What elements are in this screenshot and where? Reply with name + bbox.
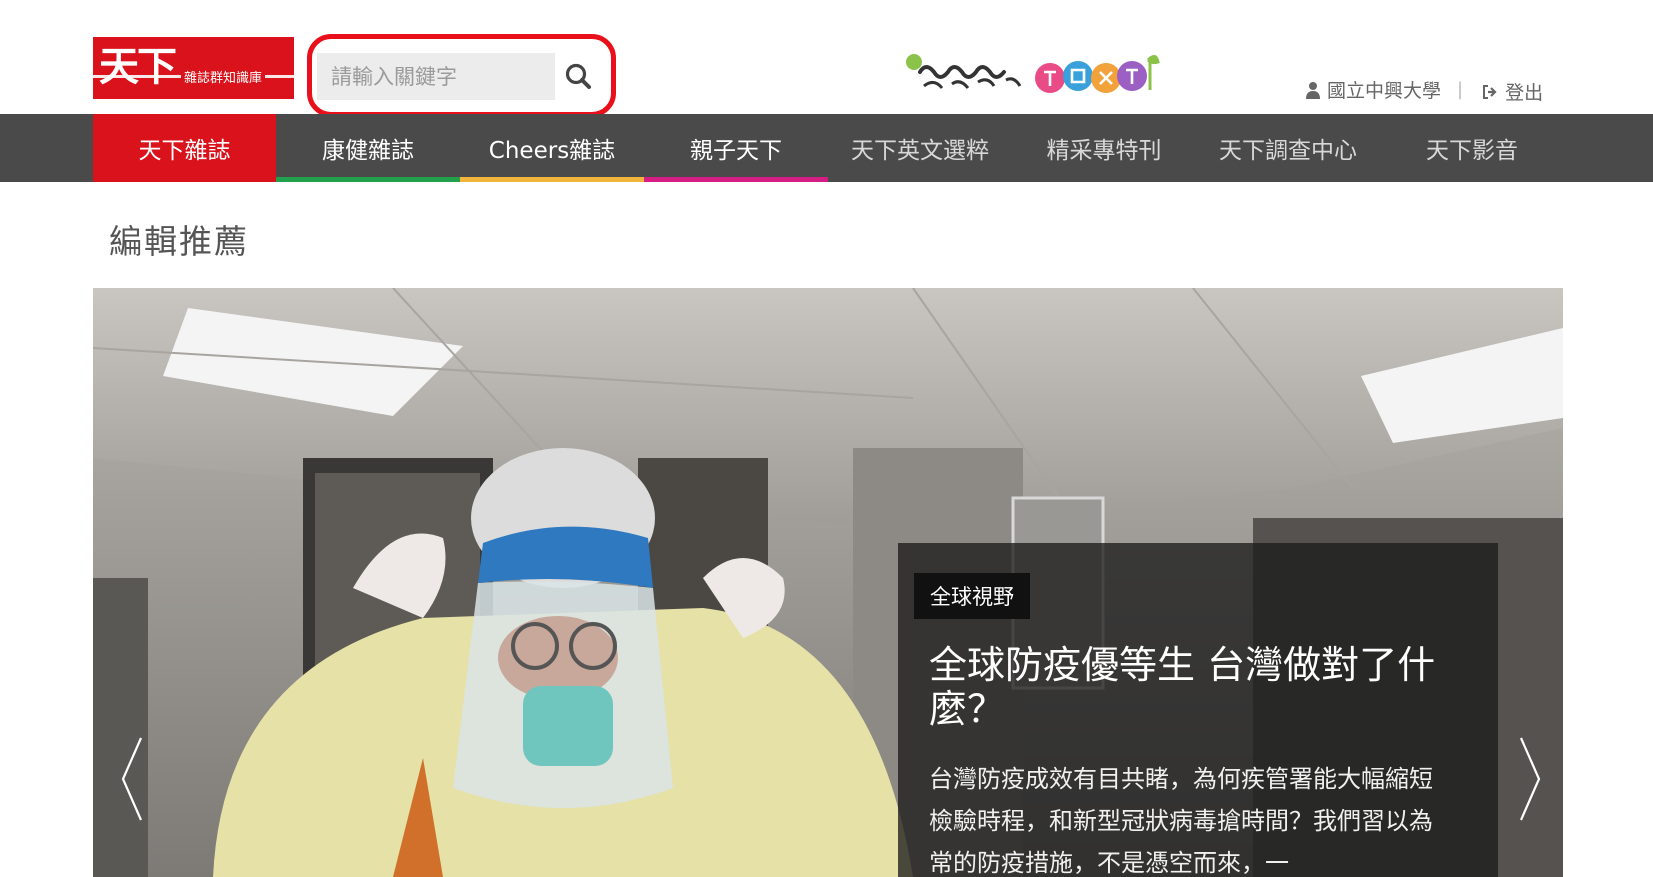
user-separator: | bbox=[1457, 79, 1464, 100]
nav-item-commonwealth[interactable]: 天下雜誌 bbox=[93, 114, 276, 182]
nav-item-cheers[interactable]: Cheers雜誌 bbox=[460, 114, 644, 182]
nav-item-label: 精采專特刊 bbox=[1046, 138, 1162, 164]
nav-accent-bar bbox=[644, 177, 828, 182]
campaign-logo-art bbox=[906, 54, 1160, 93]
nav-item-label: 天下調查中心 bbox=[1219, 138, 1357, 164]
user-name[interactable]: 國立中興大學 bbox=[1327, 76, 1441, 103]
nav-item-survey[interactable]: 天下調查中心 bbox=[1196, 114, 1380, 182]
campaign-logo[interactable] bbox=[902, 50, 1160, 106]
section-title: 編輯推薦 bbox=[109, 222, 249, 261]
logout-icon bbox=[1483, 84, 1497, 99]
logo-sub-text: 雜誌群知識庫 bbox=[181, 71, 266, 87]
nav-item-label: 天下雜誌 bbox=[138, 138, 231, 164]
category-tag[interactable]: 全球視野 bbox=[914, 573, 1030, 619]
nav-item-label: 康健雜誌 bbox=[322, 138, 414, 164]
nav-item-label: 親子天下 bbox=[690, 138, 782, 164]
hero-caption[interactable]: 全球視野 全球防疫優等生 台灣做對了什麼？ 台灣防疫成效有目共睹，為何疾管署能大… bbox=[898, 543, 1498, 877]
user-icon bbox=[1306, 81, 1320, 99]
search-icon bbox=[565, 63, 591, 89]
hero-carousel[interactable]: 全球視野 全球防疫優等生 台灣做對了什麼？ 台灣防疫成效有目共睹，為何疾管署能大… bbox=[93, 288, 1563, 877]
nav-accent-bar bbox=[276, 177, 460, 182]
nav-item-parenting[interactable]: 親子天下 bbox=[644, 114, 828, 182]
logout-label: 登出 bbox=[1505, 82, 1544, 104]
nav-accent-bar bbox=[460, 177, 644, 182]
nav-item-label: 天下英文選粹 bbox=[851, 138, 989, 164]
search-input[interactable] bbox=[317, 53, 555, 100]
nav-item-label: 天下影音 bbox=[1426, 138, 1518, 164]
logout-link[interactable]: 登出 bbox=[1481, 78, 1543, 105]
chevron-right-icon[interactable] bbox=[1515, 734, 1545, 824]
nav-item-video[interactable]: 天下影音 bbox=[1380, 114, 1564, 182]
site-logo[interactable]: 天下 雜誌群知識庫 bbox=[93, 37, 294, 99]
user-area: 國立中興大學 | 登出 bbox=[1305, 74, 1543, 105]
main-nav: 天下雜誌 康健雜誌 Cheers雜誌 親子天下 天下英文選粹 精采專特刊 天下調… bbox=[0, 114, 1653, 182]
hero-summary: 台灣防疫成效有目共睹，為何疾管署能大幅縮短檢驗時程，和新型冠狀病毒搶時間？我們習… bbox=[929, 765, 1433, 877]
nav-item-special[interactable]: 精采專特刊 bbox=[1012, 114, 1196, 182]
nav-item-health[interactable]: 康健雜誌 bbox=[276, 114, 460, 182]
logo-main-text: 天下 bbox=[99, 43, 177, 90]
search-button[interactable] bbox=[561, 59, 597, 95]
chevron-left-icon[interactable] bbox=[117, 734, 147, 824]
nav-item-label: Cheers雜誌 bbox=[488, 138, 616, 164]
hero-headline[interactable]: 全球防疫優等生 台灣做對了什麼？ bbox=[929, 643, 1439, 731]
nav-item-english[interactable]: 天下英文選粹 bbox=[828, 114, 1012, 182]
